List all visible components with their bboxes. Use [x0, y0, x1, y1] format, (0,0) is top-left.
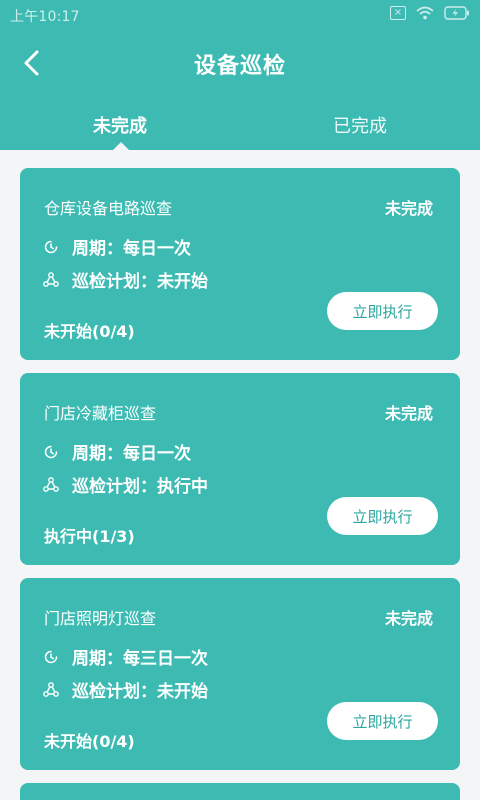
- card-title: 门店照明灯巡查: [44, 609, 157, 628]
- execute-now-button[interactable]: 立即执行: [327, 497, 438, 535]
- plan-text: 巡检计划：未开始: [72, 272, 208, 292]
- progress-text: 未开始(0/4): [44, 322, 135, 341]
- status-bar: 上午10:17 ×: [0, 0, 480, 30]
- workflow-icon: [42, 681, 60, 699]
- inspection-list: 仓库设备电路巡查 未完成 周期：每日一次 巡检计划：未开始 未开始(0/4) 立…: [20, 168, 460, 800]
- header: 上午10:17 × 设备巡检 未完成 已完成: [0, 0, 480, 150]
- inspection-card[interactable]: 门店冷藏柜巡查 未完成 周期：每日一次 巡检计划：执行中 执行中(1/3) 立即…: [20, 373, 460, 565]
- plan-row: 巡检计划：未开始: [42, 267, 208, 292]
- battery-icon: [444, 6, 470, 20]
- period-text: 周期：每日一次: [72, 444, 191, 464]
- period-row: 周期：每日一次: [42, 439, 191, 464]
- inspection-card-partial[interactable]: [20, 783, 460, 800]
- inspection-card[interactable]: 门店照明灯巡查 未完成 周期：每三日一次 巡检计划：未开始 未开始(0/4) 立…: [20, 578, 460, 770]
- card-status: 未完成: [384, 404, 433, 423]
- progress-text: 执行中(1/3): [44, 527, 135, 546]
- clock-icon: [42, 648, 60, 666]
- page-title: 设备巡检: [193, 54, 286, 79]
- clock-icon: [42, 238, 60, 256]
- wifi-icon: [416, 6, 434, 20]
- period-row: 周期：每三日一次: [42, 644, 208, 669]
- title-bar: 设备巡检: [0, 30, 480, 96]
- card-status: 未完成: [384, 609, 433, 628]
- plan-row: 巡检计划：执行中: [42, 472, 208, 497]
- workflow-icon: [42, 476, 60, 494]
- tab-incomplete[interactable]: 未完成: [0, 112, 240, 138]
- period-row: 周期：每日一次: [42, 234, 191, 259]
- card-status: 未完成: [384, 199, 433, 218]
- tab-completed[interactable]: 已完成: [240, 112, 480, 138]
- status-time: 上午10:17: [10, 9, 80, 25]
- tab-indicator: [113, 142, 129, 150]
- clock-icon: [42, 443, 60, 461]
- workflow-icon: [42, 271, 60, 289]
- period-text: 周期：每日一次: [72, 239, 191, 259]
- plan-text: 巡检计划：执行中: [72, 477, 208, 497]
- inspection-card[interactable]: 仓库设备电路巡查 未完成 周期：每日一次 巡检计划：未开始 未开始(0/4) 立…: [20, 168, 460, 360]
- tab-bar: 未完成 已完成: [0, 100, 480, 150]
- card-title: 仓库设备电路巡查: [44, 199, 173, 218]
- execute-now-button[interactable]: 立即执行: [327, 292, 438, 330]
- execute-now-button[interactable]: 立即执行: [327, 702, 438, 740]
- no-sim-icon: ×: [390, 6, 406, 20]
- screen: 上午10:17 × 设备巡检 未完成 已完成 仓库设备电路巡查 未完成 周期：每…: [0, 0, 480, 800]
- period-text: 周期：每三日一次: [72, 649, 208, 669]
- progress-text: 未开始(0/4): [44, 732, 135, 751]
- plan-row: 巡检计划：未开始: [42, 677, 208, 702]
- status-icons: ×: [390, 6, 470, 20]
- card-title: 门店冷藏柜巡查: [44, 404, 157, 423]
- plan-text: 巡检计划：未开始: [72, 682, 208, 702]
